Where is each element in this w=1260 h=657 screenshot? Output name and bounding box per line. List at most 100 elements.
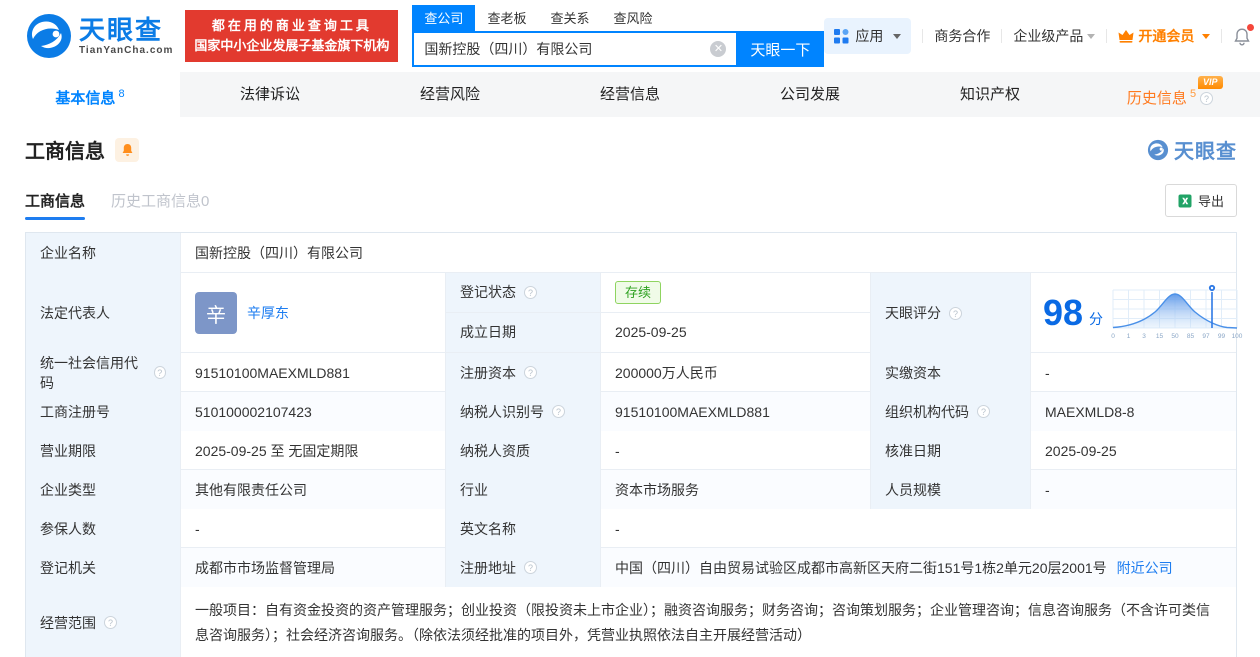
chevron-down-icon	[1087, 33, 1096, 39]
field-value: 91510100MAEXMLD881	[195, 364, 350, 381]
menu-enterprise-products[interactable]: 企业级产品	[1013, 26, 1096, 46]
field-label: 法定代表人	[40, 305, 110, 321]
export-button[interactable]: 导出	[1164, 184, 1237, 217]
export-label: 导出	[1197, 194, 1224, 209]
tab-intellectual-property[interactable]: 知识产权	[900, 72, 1080, 117]
vip-label: 开通会员	[1138, 28, 1195, 44]
header-menu: 应用 商务合作 企业级产品 开通会员 超级风...	[824, 18, 1260, 54]
field-value: 2025-09-25	[615, 324, 687, 341]
field-value: 其他有限责任公司	[195, 481, 307, 498]
tianyancha-logo[interactable]: 天眼查 TianYanCha.com	[25, 12, 173, 60]
subscribe-bell-icon	[122, 143, 132, 156]
help-icon[interactable]: ?	[524, 285, 537, 299]
help-icon[interactable]: ?	[1200, 92, 1214, 105]
svg-text:99: 99	[1218, 333, 1226, 340]
svg-text:3: 3	[1142, 333, 1146, 340]
search-tabs: 查公司 查老板 查关系 查风险	[412, 5, 824, 31]
legal-rep-name-link[interactable]: 辛厚东	[247, 303, 289, 323]
search-button[interactable]: 天眼一下	[736, 31, 825, 67]
watermark: 天眼查	[1147, 135, 1237, 164]
help-icon[interactable]: ?	[524, 366, 537, 379]
field-label: 行业	[460, 481, 488, 498]
tab-label: 法律诉讼	[239, 86, 300, 103]
tab-operating-risk[interactable]: 经营风险	[360, 72, 540, 117]
help-icon[interactable]: ?	[552, 405, 565, 418]
tab-legal-proceedings[interactable]: 法律诉讼	[180, 72, 360, 117]
company-nav-tabs: 基本信息 8 法律诉讼 经营风险 经营信息 公司发展 知识产权 VIP 历史信息 5…	[0, 72, 1260, 117]
tab-label: 基本信息	[55, 90, 116, 107]
svg-text:1: 1	[1127, 333, 1131, 340]
main-content: 工商信息 天眼查 工商信息 历史工商信息0 导出 企业名称 国新控股（四川）有限…	[0, 117, 1260, 657]
crown-icon	[1118, 30, 1134, 43]
tab-business-info[interactable]: 经营信息	[540, 72, 720, 117]
top-bar: 天眼查 TianYanCha.com 都在用的商业查询工具 国家中小企业发展子基…	[0, 0, 1260, 72]
apps-label: 应用	[855, 28, 884, 44]
enterprise-label: 企业级产品	[1013, 28, 1084, 44]
apps-menu[interactable]: 应用	[824, 18, 912, 54]
table-row: 工商注册号 510100002107423 纳税人识别号? 91510100MA…	[26, 392, 1236, 431]
nearby-companies-link[interactable]: 附近公司	[1117, 558, 1173, 578]
help-icon[interactable]: ?	[104, 616, 117, 629]
field-label: 纳税人识别号	[460, 403, 544, 420]
divider	[922, 29, 924, 43]
tab-label: 知识产权	[959, 86, 1020, 103]
tab-label: 历史信息	[1126, 90, 1187, 107]
open-vip-button[interactable]: 开通会员	[1118, 26, 1211, 46]
search-tab-relation[interactable]: 查关系	[538, 5, 601, 31]
help-icon[interactable]: ?	[977, 405, 990, 418]
tab-count: 8	[118, 88, 125, 100]
field-value: MAEXMLD8-8	[1045, 403, 1135, 420]
table-row: 营业期限 2025-09-25 至 无固定期限 纳税人资质 - 核准日期 202…	[26, 431, 1236, 470]
table-row: 企业类型 其他有限责任公司 行业 资本市场服务 人员规模 -	[26, 470, 1236, 509]
field-label: 实缴资本	[885, 364, 941, 381]
section-title: 工商信息	[25, 141, 105, 163]
field-label: 核准日期	[885, 442, 941, 459]
field-label: 企业名称	[40, 245, 96, 261]
field-value: -	[615, 442, 620, 459]
tab-history-info[interactable]: VIP 历史信息 5?	[1080, 72, 1260, 117]
search-input[interactable]	[412, 31, 737, 67]
field-value: -	[615, 520, 620, 537]
table-row: 企业名称 国新控股（四川）有限公司	[26, 233, 1236, 273]
svg-text:0: 0	[1111, 333, 1115, 340]
watermark-logo-icon	[1147, 139, 1169, 160]
tab-basic-info[interactable]: 基本信息 8	[0, 72, 180, 117]
tab-company-development[interactable]: 公司发展	[720, 72, 900, 117]
subtab-business-registration[interactable]: 工商信息	[25, 190, 86, 220]
field-label: 成立日期	[460, 324, 516, 341]
field-label: 工商注册号	[40, 403, 110, 420]
field-value: 2025-09-25 至 无固定期限	[195, 442, 359, 459]
score-axis-labels: 0 1 3 15 50 85 97 99 100	[1111, 333, 1243, 340]
svg-text:50: 50	[1171, 333, 1179, 340]
legal-rep-avatar[interactable]: 辛	[195, 292, 237, 334]
field-value: 510100002107423	[195, 403, 312, 420]
business-scope-value: 一般项目：自有资金投资的资产管理服务；创业投资（限投资未上市企业）；融资咨询服务…	[195, 602, 1210, 643]
banner-line2: 国家中小企业发展子基金旗下机构	[194, 38, 390, 53]
help-icon[interactable]: ?	[949, 306, 962, 320]
field-label: 企业类型	[40, 481, 96, 498]
field-label: 营业期限	[40, 442, 96, 459]
field-value: -	[1045, 364, 1050, 381]
help-icon[interactable]: ?	[153, 366, 166, 379]
notification-bell-button[interactable]	[1233, 23, 1255, 46]
field-label: 经营范围	[40, 614, 96, 631]
vip-badge: VIP	[1198, 76, 1223, 89]
field-label: 组织机构代码	[885, 403, 969, 420]
subscribe-bell-button[interactable]	[115, 137, 139, 162]
menu-cooperation[interactable]: 商务合作	[934, 26, 990, 46]
subtab-history-registration[interactable]: 历史工商信息0	[111, 190, 209, 211]
search-tab-boss[interactable]: 查老板	[475, 5, 538, 31]
field-value: 91510100MAEXMLD881	[615, 403, 770, 420]
help-icon[interactable]: ?	[524, 561, 537, 574]
tianyan-score[interactable]: 98 分 0 1 3 15 50 85 97 99 100	[1031, 273, 1251, 353]
search-tab-company[interactable]: 查公司	[412, 5, 476, 31]
notification-red-dot	[1247, 23, 1255, 31]
tianyancha-logo-icon	[27, 14, 71, 58]
business-info-table: 企业名称 国新控股（四川）有限公司 法定代表人 辛 辛厚东 登记状态? 存续 成…	[25, 232, 1243, 657]
search-tab-risk[interactable]: 查风险	[601, 5, 664, 31]
field-value: -	[195, 520, 200, 537]
tab-count: 5	[1189, 88, 1197, 100]
score-value: 98	[1043, 292, 1084, 333]
divider	[1001, 29, 1003, 43]
logo-title: 天眼查	[79, 14, 164, 45]
